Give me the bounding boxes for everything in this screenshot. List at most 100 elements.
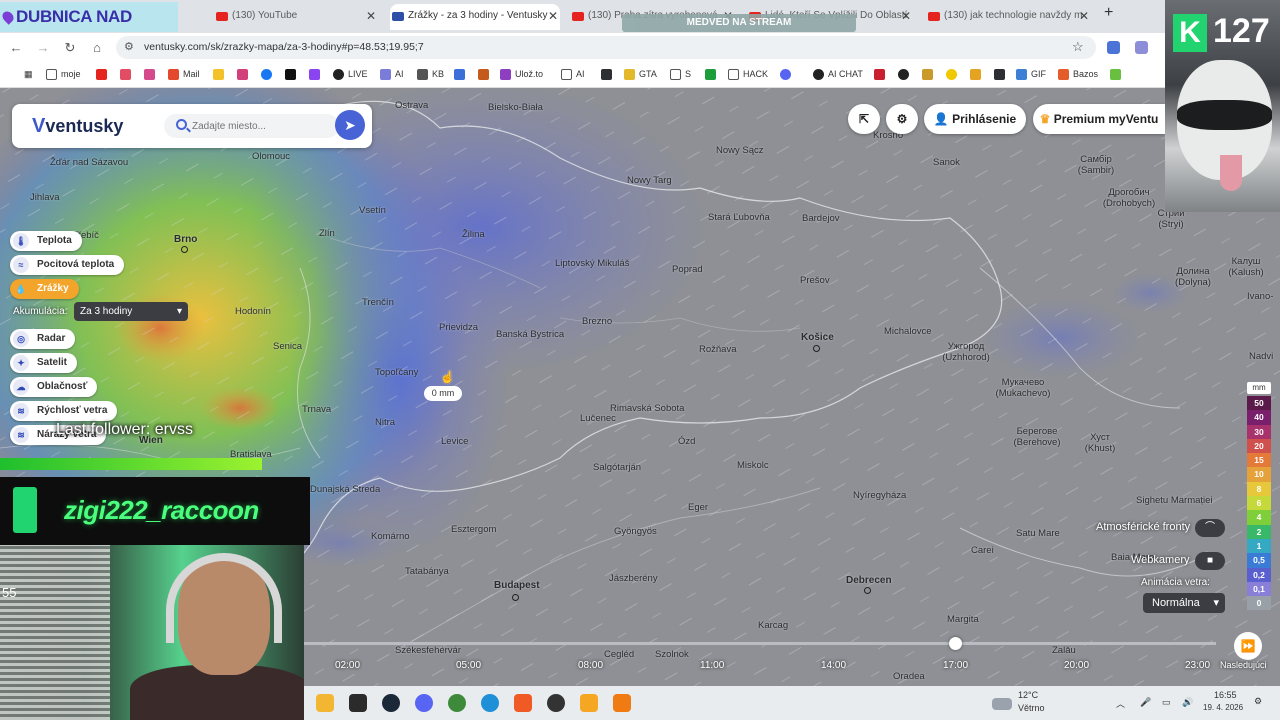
city-dot <box>864 587 871 594</box>
layer-radar[interactable]: ◎ Radar <box>10 329 76 349</box>
city-label: Долина (Dolyna) <box>1175 266 1211 288</box>
address-toolbar: ← → ↻ ⌂ ⚙ ventusky.com/sk/zrazky-mapa/za-… <box>0 33 1165 62</box>
bookmark-ai-chat[interactable]: AI CHAT <box>813 68 863 81</box>
bookmark-gif[interactable]: GIF <box>1016 68 1046 81</box>
url-bar[interactable]: ⚙ ventusky.com/sk/zrazky-mapa/za-3-hodiny… <box>116 36 1096 59</box>
weather-icon[interactable] <box>992 698 1012 710</box>
webcam-number: 55 <box>2 585 17 600</box>
city-label: Калуш (Kalush) <box>1228 256 1264 278</box>
edge-icon[interactable] <box>481 694 499 712</box>
bookmarks-bar: ▦ moje Mail LIVE AI KB Ulož.to AI GTA S … <box>0 62 1165 88</box>
locate-me-button[interactable]: ➤ <box>335 110 365 140</box>
time-tick[interactable]: 23:00 <box>1185 660 1210 671</box>
time-tick[interactable]: 08:00 <box>578 660 603 671</box>
city-label: Nowy Sącz <box>716 145 764 156</box>
volume-icon[interactable]: 🔊 <box>1182 697 1193 708</box>
tab-youtube[interactable]: (130) YouTube ✕ <box>214 4 378 30</box>
tab-ventusky[interactable]: Zrážky - za 3 hodiny - Ventusky ✕ <box>390 4 560 30</box>
time-tick[interactable]: 14:00 <box>821 660 846 671</box>
webcams-toggle[interactable]: ■ <box>1195 552 1225 570</box>
weather-temperature[interactable]: 12°C <box>1018 690 1038 700</box>
close-icon[interactable]: ✕ <box>366 4 376 28</box>
close-icon[interactable]: ✕ <box>901 4 911 28</box>
bookmark-bazos[interactable]: Bazos <box>1058 68 1098 81</box>
bookmark-gta[interactable]: GTA <box>624 68 657 81</box>
layer-satelit[interactable]: ✦ Satelit <box>10 353 78 373</box>
share-button[interactable]: ⇱ <box>848 104 880 134</box>
legend-cell: 6 <box>1247 496 1271 511</box>
close-icon[interactable]: ✕ <box>1079 4 1089 28</box>
time-tick[interactable]: 11:00 <box>700 660 724 671</box>
home-icon[interactable]: ⌂ <box>88 39 106 57</box>
time-slider-knob[interactable] <box>949 637 962 650</box>
app-icon[interactable] <box>349 694 367 712</box>
layer-teplota[interactable]: 🌡 Teplota <box>10 231 82 251</box>
youtube-icon <box>572 12 584 21</box>
notifications-icon[interactable]: ⚙ <box>1254 696 1262 707</box>
city-label: Stará Ľubovňa <box>708 212 770 223</box>
obs-icon[interactable] <box>547 694 565 712</box>
brave-icon[interactable] <box>514 694 532 712</box>
city-label: Banská Bystrica <box>496 329 565 340</box>
layer-pocitova-teplota[interactable]: ≈ Pocitová teplota <box>10 255 125 275</box>
extension-translate-icon[interactable] <box>1107 41 1120 54</box>
bookmark-live[interactable]: LIVE <box>333 68 368 81</box>
ventusky-logo[interactable]: Vventusky <box>32 115 123 138</box>
time-tick[interactable]: 05:00 <box>456 660 481 671</box>
time-slider-track[interactable] <box>304 642 1216 645</box>
settings-button[interactable]: ⚙ <box>886 104 918 134</box>
new-tab-button[interactable]: + <box>1104 4 1113 22</box>
bookmark-s[interactable]: S <box>670 68 691 81</box>
time-tick[interactable]: 20:00 <box>1064 660 1089 671</box>
file-explorer-icon[interactable] <box>316 694 334 712</box>
chrome-icon[interactable] <box>448 694 466 712</box>
app-icon[interactable] <box>580 694 598 712</box>
bookmark-kb[interactable]: KB <box>417 68 444 81</box>
back-icon[interactable]: ← <box>7 39 25 57</box>
bookmark-star-icon[interactable]: ☆ <box>1072 39 1084 55</box>
layer-zrazky[interactable]: 💧 Zrážky <box>10 279 79 299</box>
legend-cell: 0,1 <box>1247 581 1271 597</box>
city-label: Levice <box>441 436 469 447</box>
location-search-input[interactable] <box>164 114 339 138</box>
location-pin-icon <box>0 9 16 25</box>
clock-time[interactable]: 16:55 <box>1214 690 1237 700</box>
bookmark-hack[interactable]: HACK <box>728 68 768 81</box>
clock-date[interactable]: 19. 4. 2026 <box>1203 703 1243 712</box>
time-slider[interactable]: 02:00 05:00 08:00 11:00 14:00 17:00 20:0… <box>304 632 1280 686</box>
discord-icon[interactable] <box>415 694 433 712</box>
time-tick[interactable]: 02:00 <box>335 660 360 671</box>
reload-icon[interactable]: ↻ <box>61 39 79 57</box>
windows-taskbar: 12°C Větrno ︿ 🎤 ▭ 🔊 16:55 19. 4. 2026 ⚙ <box>304 686 1280 720</box>
fronts-toggle[interactable]: ⌒ <box>1195 519 1225 537</box>
city-label: Eger <box>688 502 709 513</box>
vlc-icon[interactable] <box>613 694 631 712</box>
extension-icon[interactable] <box>1135 41 1148 54</box>
wind-animation-select[interactable]: Normálna ▾ <box>1143 593 1225 613</box>
city-label: Tatabánya <box>405 566 449 577</box>
tab-technologie[interactable]: (130) jak technologie navždy m ✕ <box>926 4 1091 30</box>
apps-icon[interactable]: ▦ <box>9 68 33 81</box>
time-tick[interactable]: 17:00 <box>943 660 968 671</box>
accumulation-select[interactable]: Za 3 hodiny ▾ <box>74 302 188 321</box>
tray-chevron-icon[interactable]: ︿ <box>1116 697 1125 710</box>
premium-button[interactable]: ♛ Premium myVentu <box>1033 104 1165 134</box>
site-info-icon[interactable]: ⚙ <box>124 36 134 59</box>
login-button[interactable]: 👤 Prihlásenie <box>924 104 1026 134</box>
bookmark-ulozto[interactable]: Ulož.to <box>500 68 543 81</box>
forward-icon[interactable]: → <box>34 39 52 57</box>
network-icon[interactable]: ▭ <box>1162 697 1171 708</box>
bookmark-ai[interactable]: AI <box>380 68 404 81</box>
wind-icon: ≋ <box>13 403 29 419</box>
bookmark-moje[interactable]: moje <box>46 68 81 81</box>
play-button[interactable]: ⏩ <box>1234 632 1262 660</box>
close-icon[interactable]: ✕ <box>548 4 558 28</box>
bookmark-mail[interactable]: Mail <box>168 68 200 81</box>
bookmark-ai-folder[interactable]: AI <box>561 68 585 81</box>
layer-oblacnost[interactable]: ☁ Oblačnosť <box>10 377 98 397</box>
microphone-icon[interactable]: 🎤 <box>1140 697 1151 708</box>
steam-icon[interactable] <box>382 694 400 712</box>
weather-condition[interactable]: Větrno <box>1018 703 1045 713</box>
next-label[interactable]: Nasledujúci <box>1220 660 1267 670</box>
layer-rychlost-vetra[interactable]: ≋ Rýchlosť vetra <box>10 401 118 421</box>
